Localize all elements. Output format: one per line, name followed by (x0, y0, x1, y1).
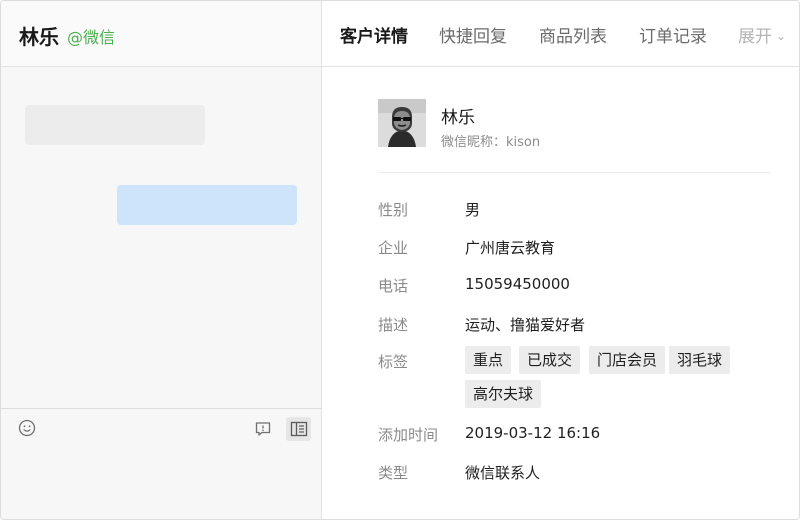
chevron-down-icon: ⌄ (776, 29, 787, 43)
outgoing-message-bubble[interactable] (117, 185, 297, 225)
incoming-message-bubble[interactable] (25, 105, 205, 145)
description-value: 运动、撸猫爱好者 (465, 316, 586, 334)
company-label: 企业 (378, 239, 409, 257)
phone-value[interactable]: 15059450000 (465, 275, 570, 293)
tab-order-records[interactable]: 订单记录 (639, 22, 707, 47)
gender-label: 性别 (378, 201, 409, 219)
tag-item[interactable]: 高尔夫球 (465, 380, 542, 408)
description-label: 描述 (378, 316, 409, 334)
chat-header: 林乐 @微信 (1, 1, 321, 67)
wechat-nickname: 微信昵称：kison (441, 135, 541, 150)
app-window: 林乐 @微信 客户详情 快捷回复 商品列表 订单记录 展开 ⌄ 林乐 微信昵称：… (0, 0, 800, 520)
tag-item[interactable]: 羽毛球 (669, 346, 731, 374)
company-value: 广州唐云教育 (465, 239, 556, 257)
chat-source-label: @微信 (67, 28, 116, 47)
avatar[interactable] (378, 99, 426, 147)
tag-item[interactable]: 门店会员 (589, 346, 666, 374)
added-time-value: 2019-03-12 16:16 (465, 424, 601, 442)
customer-detail-pane: 客户详情 快捷回复 商品列表 订单记录 展开 ⌄ 林乐 微信昵称：kison 性… (322, 1, 799, 519)
tab-expand-label: 展开 (738, 27, 772, 47)
customer-profile: 林乐 微信昵称：kison (378, 99, 778, 153)
type-value: 微信联系人 (465, 464, 541, 482)
comment-icon[interactable] (252, 418, 274, 440)
emoji-icon[interactable] (16, 417, 38, 439)
gender-value: 男 (465, 201, 481, 219)
tab-expand-more[interactable]: 展开 ⌄ (738, 22, 786, 47)
section-divider (378, 172, 771, 173)
side-panel-icon[interactable] (286, 417, 311, 441)
type-label: 类型 (378, 464, 409, 482)
tag-item[interactable]: 重点 (465, 346, 512, 374)
tag-item[interactable]: 已成交 (519, 346, 581, 374)
tab-quick-replies[interactable]: 快捷回复 (439, 22, 507, 47)
customer-name: 林乐 (441, 108, 475, 128)
phone-label: 电话 (378, 277, 409, 295)
added-time-label: 添加时间 (378, 426, 439, 444)
tags-label: 标签 (378, 353, 409, 371)
chat-pane: 林乐 @微信 (1, 1, 322, 519)
message-composer[interactable] (1, 408, 321, 519)
chat-contact-name: 林乐 (19, 25, 59, 49)
tab-product-list[interactable]: 商品列表 (539, 22, 607, 47)
tab-bar: 客户详情 快捷回复 商品列表 订单记录 展开 ⌄ (322, 1, 799, 67)
tab-customer-details[interactable]: 客户详情 (340, 22, 408, 47)
